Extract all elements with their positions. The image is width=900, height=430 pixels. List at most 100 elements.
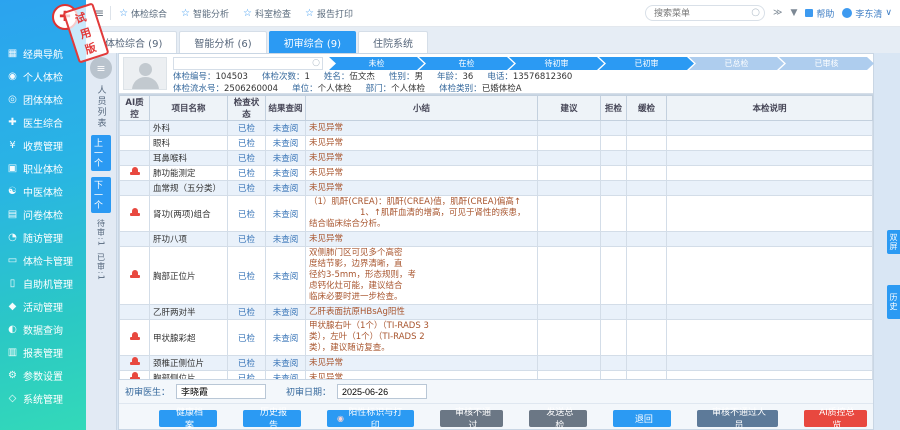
action-button[interactable]: 历史报告 bbox=[243, 407, 301, 430]
table-row[interactable]: 甲状腺彩超 已检 未查阅 甲状腺右叶（1个）（TI-RADS 3 类），左叶（1… bbox=[119, 319, 873, 356]
table-row[interactable]: 血常规（五分类） 已检 未查阅 未见异常 bbox=[119, 180, 873, 196]
patient-bar: ○ 未检 在检 待初审 已初审 已总检 已审核 体检编号：104503 体检次数… bbox=[119, 54, 873, 94]
patient-avatar bbox=[123, 57, 167, 90]
star-icon: ☆ bbox=[305, 7, 314, 19]
action-buttons: 健康档案 历史报告 ◉ 阳性标识与打印 审核不通过 发送总检 退回 审核不通过人… bbox=[119, 403, 873, 430]
table-row[interactable]: 眼科 已检 未查阅 未见异常 bbox=[119, 135, 873, 151]
side-tab-history[interactable]: 历史 bbox=[887, 285, 900, 319]
review-status-cell: 未查阅 bbox=[272, 333, 299, 344]
workspace-tab[interactable]: 智能分析 (6) bbox=[179, 31, 267, 53]
sidebar-item[interactable]: ▣ 职业体检 bbox=[0, 157, 86, 180]
table-row[interactable]: 胸部侧位片 已检 未查阅 未见异常 bbox=[119, 370, 873, 379]
sidebar-item[interactable]: ◇ 系统管理 bbox=[0, 387, 86, 410]
sidebar-item[interactable]: ◉ 个人体检 bbox=[0, 65, 86, 88]
date-input[interactable] bbox=[337, 384, 428, 399]
note-cell bbox=[666, 231, 873, 247]
action-button[interactable]: 健康档案 bbox=[159, 407, 217, 430]
sidebar-item-icon: ◎ bbox=[8, 94, 17, 105]
refuse-cell bbox=[600, 319, 627, 356]
quicklink[interactable]: ☆ 科室检查 bbox=[243, 7, 291, 20]
sidebar-item[interactable]: ◔ 随访管理 bbox=[0, 226, 86, 249]
app-window: ✚ 试用版 ▦ 经典导航 ◉ 个人体检 ◎ 团体体检 bbox=[0, 0, 900, 430]
sidebar-item[interactable]: ▯ 自助机管理 bbox=[0, 272, 86, 295]
dropdown-icon[interactable]: ▼ bbox=[790, 8, 797, 18]
patient-field-label: 性别： bbox=[388, 72, 415, 82]
table-row[interactable]: 肺功能测定 已检 未查阅 未见异常 bbox=[119, 165, 873, 181]
table-row[interactable]: 耳鼻喉科 已检 未查阅 未见异常 bbox=[119, 150, 873, 166]
sidebar-item[interactable]: ▥ 报表管理 bbox=[0, 341, 86, 364]
refuse-cell bbox=[600, 355, 627, 371]
summary-cell: 未见异常 bbox=[309, 152, 344, 163]
table-row[interactable]: 颈椎正侧位片 已检 未查阅 未见异常 bbox=[119, 355, 873, 371]
exam-results-table: AI质控 项目名称 检查状态 结果查阅 小结 建议 拒检 缓检 本检说明 外科 … bbox=[119, 95, 873, 379]
help-icon bbox=[805, 9, 814, 17]
sidebar-item[interactable]: ⚙ 参数设置 bbox=[0, 364, 86, 387]
note-cell bbox=[666, 195, 873, 232]
refuse-cell bbox=[600, 180, 627, 196]
patient-field-label: 体检次数： bbox=[261, 72, 305, 82]
prev-person-button[interactable]: 上一个 bbox=[91, 135, 111, 171]
action-button[interactable]: 审核不通过人员 bbox=[697, 407, 778, 430]
quicklink[interactable]: ☆ 体检综合 bbox=[119, 7, 167, 20]
ai-alarm-icon bbox=[129, 331, 140, 341]
workspace-tab[interactable]: 初审综合 (9) bbox=[268, 31, 357, 53]
defer-cell bbox=[626, 355, 667, 371]
user-menu[interactable]: 李东清 ∨ bbox=[842, 7, 892, 20]
review-status-cell: 未查阅 bbox=[272, 154, 299, 164]
help-button[interactable]: 帮助 bbox=[805, 7, 834, 20]
exam-status-cell: 已检 bbox=[237, 169, 255, 179]
action-button[interactable]: 审核不通过 bbox=[439, 407, 504, 430]
action-button[interactable]: 发送总检 bbox=[529, 407, 588, 430]
patient-field: 年龄：36 bbox=[437, 70, 473, 82]
side-tab-dual-screen[interactable]: 双屏 bbox=[887, 230, 900, 254]
quicklink[interactable]: ☆ 智能分析 bbox=[181, 7, 229, 20]
sidebar-item[interactable]: ▭ 体检卡管理 bbox=[0, 249, 86, 272]
sidebar-item-label: 报表管理 bbox=[23, 349, 63, 360]
patient-info-row2: 体检流水号：2506260004 单位：个人体检 部门：个人体检 体检类别：已婚… bbox=[173, 82, 869, 94]
patient-field-label: 年龄： bbox=[436, 72, 463, 82]
sidebar-item-label: 收费管理 bbox=[23, 142, 63, 153]
expand-icon[interactable]: ≫ bbox=[773, 8, 782, 18]
workspace-tab[interactable]: 住院系统 bbox=[358, 31, 429, 53]
summary-cell: 甲状腺右叶（1个）（TI-RADS 3 类），左叶（1个）（TI-RADS 2 … bbox=[309, 321, 429, 353]
menu-search: ○ bbox=[645, 5, 766, 21]
patient-field: 单位：个人体检 bbox=[292, 82, 352, 94]
doctor-input[interactable] bbox=[176, 384, 267, 399]
review-status-cell: 未查阅 bbox=[272, 359, 299, 369]
tabbar: 体检综合 (9) 智能分析 (6) 初审综合 (9) 住院系统 bbox=[86, 27, 900, 53]
sidebar-item[interactable]: ✚ 医生综合 bbox=[0, 111, 86, 134]
table-row[interactable]: 肝功八项 已检 未查阅 未见异常 bbox=[119, 231, 873, 247]
sidebar-item[interactable]: ☯ 中医体检 bbox=[0, 180, 86, 203]
table-row[interactable]: 外科 已检 未查阅 未见异常 bbox=[119, 120, 873, 136]
next-person-button[interactable]: 下一个 bbox=[91, 177, 111, 213]
sidebar-item[interactable]: ◆ 活动管理 bbox=[0, 295, 86, 318]
button-label: 历史报告 bbox=[259, 407, 287, 430]
defer-cell bbox=[626, 180, 667, 196]
table-row[interactable]: 胸部正位片 已检 未查阅 双侧肺门区可见多个高密 度结节影，边界清晰，直 径约3… bbox=[119, 246, 873, 305]
sidebar-item-icon: ◉ bbox=[8, 71, 17, 82]
review-form: 初审医生： 初审日期： bbox=[119, 379, 873, 403]
sidebar-item[interactable]: ◐ 数据查询 bbox=[0, 318, 86, 341]
exam-status-cell: 已检 bbox=[237, 124, 255, 134]
sidebar-item[interactable]: ◎ 团体体检 bbox=[0, 88, 86, 111]
refuse-cell bbox=[600, 150, 627, 166]
sidebar-item-icon: ▦ bbox=[7, 48, 18, 59]
action-button[interactable]: ◉ 阳性标识与打印 bbox=[327, 407, 414, 430]
refuse-cell bbox=[600, 231, 627, 247]
patient-search-input[interactable] bbox=[173, 57, 323, 70]
exam-status-cell: 已检 bbox=[237, 235, 255, 245]
item-name-cell: 血常规（五分类） bbox=[149, 180, 228, 196]
quicklink[interactable]: ☆ 报告打印 bbox=[305, 7, 353, 20]
defer-cell bbox=[626, 304, 667, 320]
table-row[interactable]: 肾功(两项)组合 已检 未查阅 （1）肌酐(CREA)：肌酐(CREA)值，肌酐… bbox=[119, 195, 873, 232]
menu-search-input[interactable] bbox=[645, 5, 766, 21]
action-button[interactable]: AI质控总览 bbox=[803, 407, 868, 430]
action-button[interactable]: 退回 bbox=[613, 409, 672, 427]
table-row[interactable]: 乙肝两对半 已检 未查阅 乙肝表面抗原HBsAg阳性 bbox=[119, 304, 873, 320]
status-step-label: 已总检 bbox=[724, 59, 749, 68]
collapse-toggle-icon[interactable]: ≡ bbox=[90, 57, 112, 79]
column-header: 结果查阅 bbox=[265, 95, 306, 121]
sidebar-item[interactable]: ¥ 收费管理 bbox=[0, 134, 86, 157]
sidebar-item[interactable]: ▤ 问卷体检 bbox=[0, 203, 86, 226]
exam-status-cell: 已检 bbox=[237, 308, 255, 318]
